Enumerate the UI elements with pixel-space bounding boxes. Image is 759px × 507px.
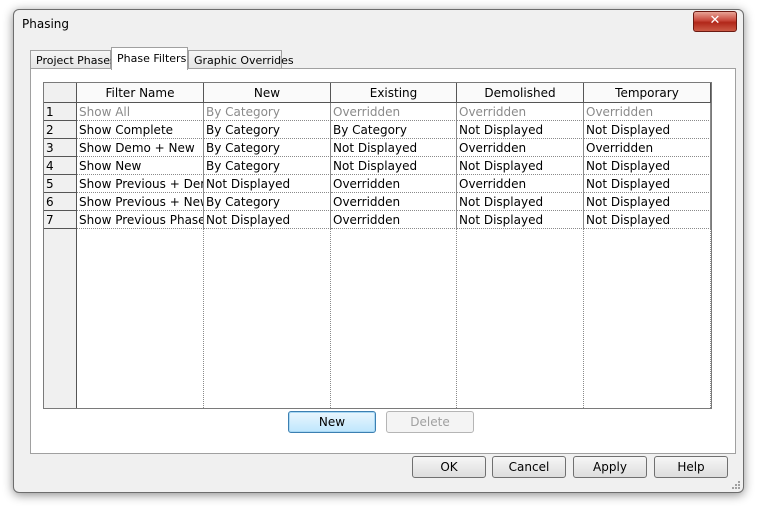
cell-temporary[interactable]: Not Displayed <box>584 175 711 193</box>
tab-phase-filters[interactable]: Phase Filters <box>111 47 188 70</box>
cell-temporary[interactable]: Not Displayed <box>584 121 711 139</box>
row-number[interactable]: 1 <box>44 103 77 121</box>
cell-demolished[interactable]: Overridden <box>457 139 584 157</box>
window-title: Phasing <box>22 17 70 31</box>
cell-filter-name[interactable]: Show All <box>77 103 204 121</box>
phase-filters-table: Filter Name New Existing Demolished Temp… <box>43 82 712 409</box>
column-divider <box>203 103 204 408</box>
column-header-filter-name[interactable]: Filter Name <box>77 83 204 103</box>
row-number[interactable]: 4 <box>44 157 77 175</box>
resize-grip-icon[interactable] <box>730 479 740 489</box>
cell-new[interactable]: By Category <box>204 157 331 175</box>
cell-demolished[interactable]: Overridden <box>457 103 584 121</box>
row-number[interactable]: 7 <box>44 211 77 229</box>
cell-filter-name[interactable]: Show Demo + New <box>77 139 204 157</box>
cell-existing[interactable]: Not Displayed <box>331 157 457 175</box>
ok-button[interactable]: OK <box>412 456 486 478</box>
cell-demolished[interactable]: Not Displayed <box>457 211 584 229</box>
cell-filter-name[interactable]: Show New <box>77 157 204 175</box>
column-header-temporary[interactable]: Temporary <box>584 83 711 103</box>
cell-new[interactable]: By Category <box>204 139 331 157</box>
cell-existing[interactable]: Overridden <box>331 211 457 229</box>
column-divider <box>330 103 331 408</box>
cell-filter-name[interactable]: Show Previous Phase <box>77 211 204 229</box>
tab-label: Project Phases <box>36 54 116 67</box>
apply-button[interactable]: Apply <box>573 456 647 478</box>
cell-existing[interactable]: Overridden <box>331 103 457 121</box>
tab-label: Graphic Overrides <box>194 54 294 67</box>
cell-new[interactable]: Not Displayed <box>204 175 331 193</box>
row-number[interactable]: 5 <box>44 175 77 193</box>
column-divider <box>583 103 584 408</box>
close-button[interactable]: ✕ <box>693 11 737 32</box>
cell-demolished[interactable]: Not Displayed <box>457 193 584 211</box>
column-header-new[interactable]: New <box>204 83 331 103</box>
cell-existing[interactable]: Overridden <box>331 175 457 193</box>
tab-label: Phase Filters <box>117 52 187 65</box>
cell-new[interactable]: By Category <box>204 193 331 211</box>
cancel-button[interactable]: Cancel <box>492 456 566 478</box>
row-number[interactable]: 2 <box>44 121 77 139</box>
new-button[interactable]: New <box>288 411 376 433</box>
delete-button[interactable]: Delete <box>386 411 474 433</box>
cell-existing[interactable]: Not Displayed <box>331 139 457 157</box>
cell-filter-name[interactable]: Show Complete <box>77 121 204 139</box>
cell-existing[interactable]: By Category <box>331 121 457 139</box>
cell-new[interactable]: By Category <box>204 121 331 139</box>
help-button[interactable]: Help <box>654 456 728 478</box>
cell-temporary[interactable]: Not Displayed <box>584 193 711 211</box>
cell-demolished[interactable]: Not Displayed <box>457 121 584 139</box>
column-divider <box>710 103 711 408</box>
cell-new[interactable]: By Category <box>204 103 331 121</box>
close-icon: ✕ <box>709 13 721 28</box>
tab-graphic-overrides[interactable]: Graphic Overrides <box>188 50 294 70</box>
title-bar: Phasing ✕ <box>14 10 743 40</box>
column-divider <box>456 103 457 408</box>
cell-demolished[interactable]: Not Displayed <box>457 157 584 175</box>
cell-existing[interactable]: Overridden <box>331 193 457 211</box>
cell-new[interactable]: Not Displayed <box>204 211 331 229</box>
row-number[interactable]: 3 <box>44 139 77 157</box>
cell-temporary[interactable]: Overridden <box>584 103 711 121</box>
cell-demolished[interactable]: Overridden <box>457 175 584 193</box>
tab-project-phases[interactable]: Project Phases <box>30 50 116 70</box>
corner-header <box>44 83 77 103</box>
cell-temporary[interactable]: Overridden <box>584 139 711 157</box>
cell-temporary[interactable]: Not Displayed <box>584 157 711 175</box>
column-header-demolished[interactable]: Demolished <box>457 83 584 103</box>
cell-temporary[interactable]: Not Displayed <box>584 211 711 229</box>
cell-filter-name[interactable]: Show Previous + Demo <box>77 175 204 193</box>
phasing-dialog: Phasing ✕ Project Phases Phase Filters G… <box>13 9 744 493</box>
row-number[interactable]: 6 <box>44 193 77 211</box>
cell-filter-name[interactable]: Show Previous + New <box>77 193 204 211</box>
column-header-existing[interactable]: Existing <box>331 83 457 103</box>
